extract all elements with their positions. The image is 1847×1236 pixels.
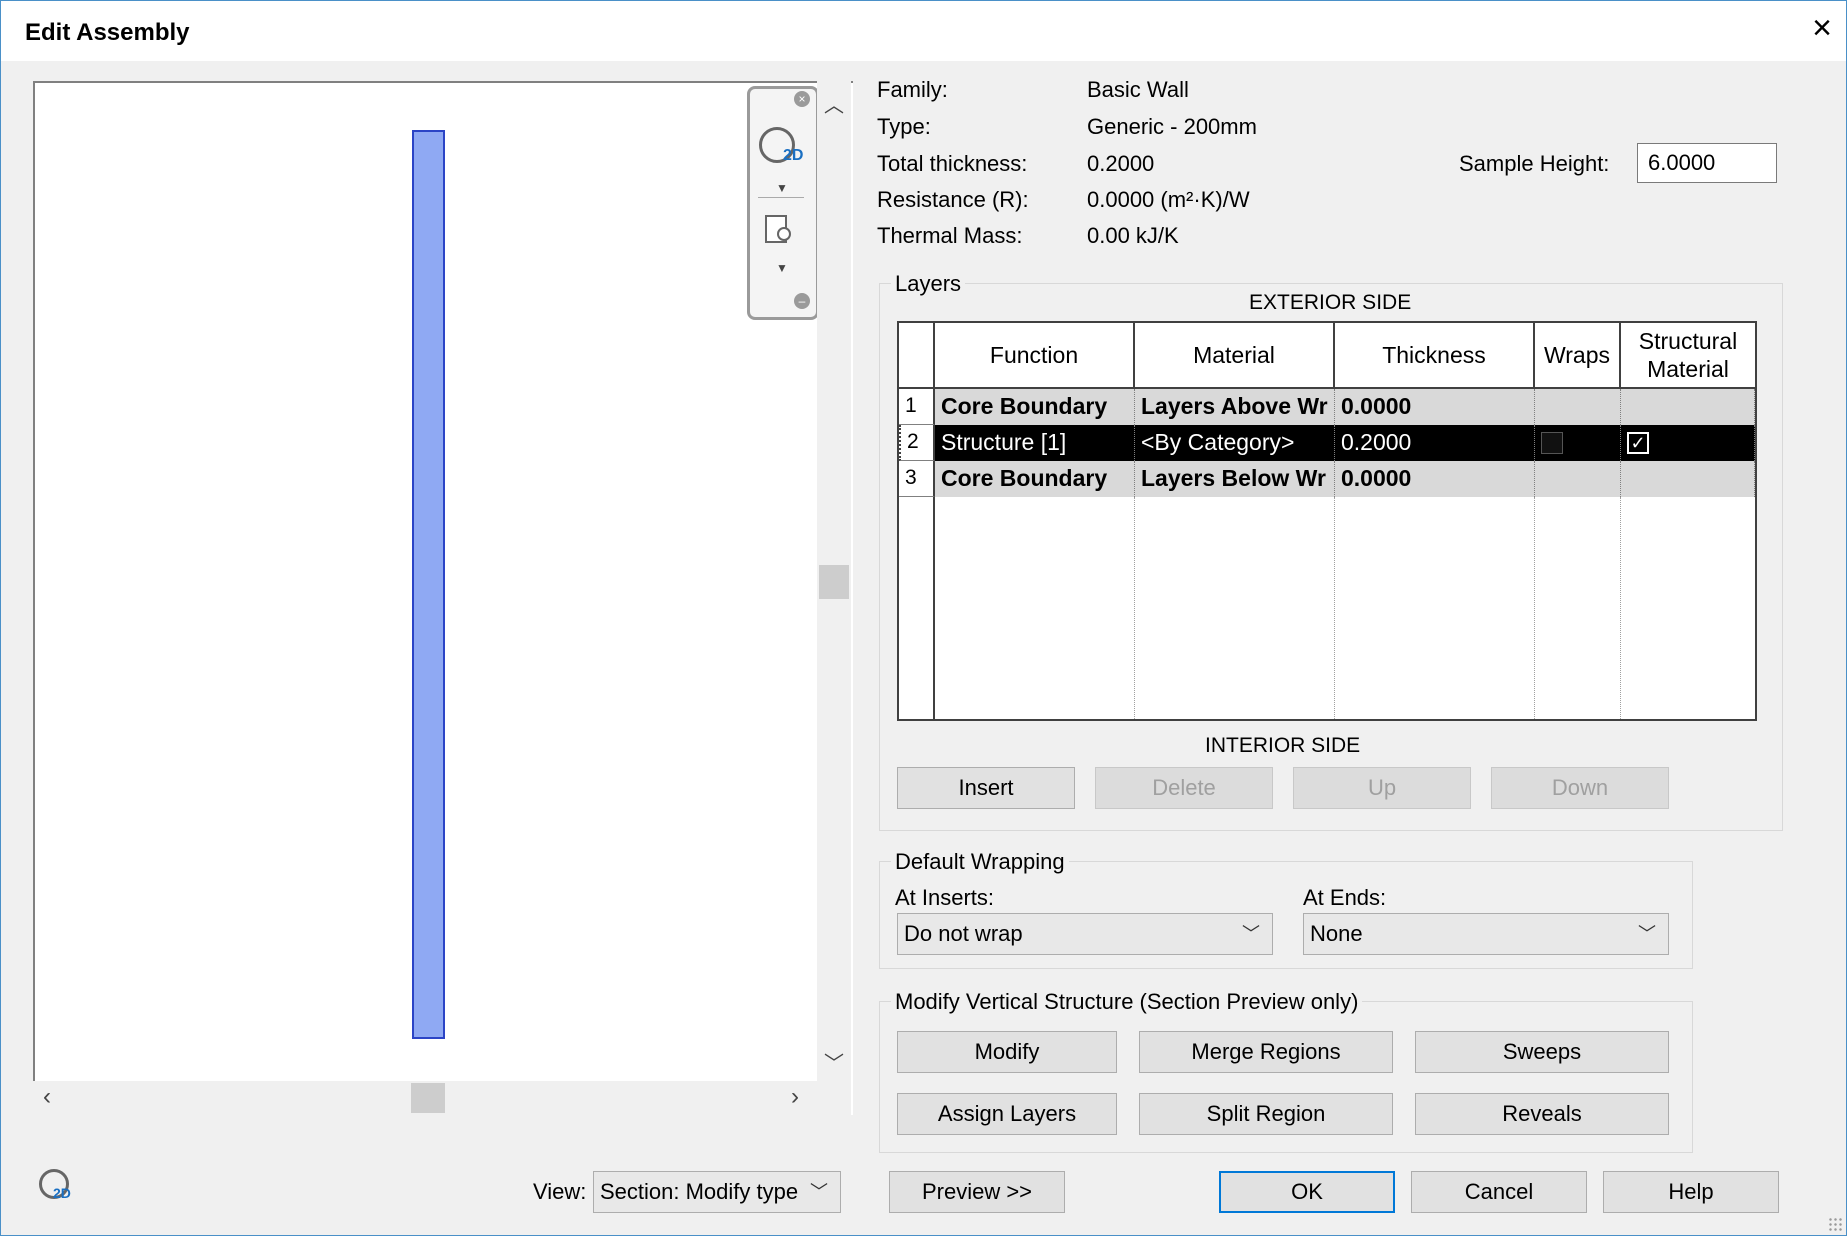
navbar-close-icon[interactable]: × <box>794 91 810 107</box>
total-thickness-value: 0.2000 <box>1087 151 1155 176</box>
wraps-cell[interactable] <box>1535 425 1621 461</box>
layers-table: Function Material Thickness Wraps Struct… <box>897 321 1757 721</box>
structural-material-cell[interactable] <box>1621 389 1755 425</box>
scroll-right-icon[interactable]: › <box>791 1083 799 1111</box>
structural-material-cell[interactable] <box>1621 461 1755 497</box>
up-button[interactable]: Up <box>1293 767 1471 809</box>
scroll-thumb[interactable] <box>411 1083 445 1113</box>
chevron-down-icon[interactable]: ▼ <box>776 261 788 275</box>
resistance-label: Resistance (R): <box>877 187 1029 212</box>
column-header-material[interactable]: Material <box>1135 323 1335 389</box>
function-cell[interactable]: Structure [1] <box>935 425 1135 461</box>
at-inserts-value: Do not wrap <box>904 921 1023 946</box>
corner-header <box>899 323 935 389</box>
row-header-column <box>899 497 935 719</box>
material-cell[interactable]: Layers Above Wr <box>1135 389 1335 425</box>
dialog-title: Edit Assembly <box>25 19 190 46</box>
grid-column-line <box>1135 497 1335 719</box>
grid-column-line <box>1535 497 1621 719</box>
vertical-scrollbar[interactable]: ︿ ﹀ <box>817 81 851 1081</box>
modify-button[interactable]: Modify <box>897 1031 1117 1073</box>
2d-wheel-icon[interactable]: 2D <box>759 127 803 167</box>
row-number[interactable]: 1 <box>899 389 935 425</box>
type-label: Type: <box>877 114 931 139</box>
family-value: Basic Wall <box>1087 77 1189 102</box>
chevron-down-icon: ﹀ <box>1242 924 1260 944</box>
column-header-thickness[interactable]: Thickness <box>1335 323 1535 389</box>
wraps-cell[interactable] <box>1535 461 1621 497</box>
structural-material-cell[interactable]: ✓ <box>1621 425 1755 461</box>
merge-regions-button[interactable]: Merge Regions <box>1139 1031 1393 1073</box>
scroll-thumb[interactable] <box>819 565 849 599</box>
structural-material-checkbox[interactable]: ✓ <box>1627 432 1649 454</box>
zoom-page-icon[interactable] <box>765 215 791 245</box>
layers-group-title: Layers <box>891 271 966 297</box>
family-label: Family: <box>877 77 948 102</box>
material-cell[interactable]: Layers Below Wr <box>1135 461 1335 497</box>
row-number[interactable]: 3 <box>899 461 935 497</box>
modify-vertical-structure-title: Modify Vertical Structure (Section Previ… <box>891 989 1363 1015</box>
at-ends-select[interactable]: None ﹀ <box>1303 913 1669 955</box>
split-region-button[interactable]: Split Region <box>1139 1093 1393 1135</box>
chevron-down-icon[interactable]: ▼ <box>776 181 788 195</box>
wraps-cell[interactable] <box>1535 389 1621 425</box>
material-cell[interactable]: <By Category> <box>1135 425 1335 461</box>
at-ends-value: None <box>1310 921 1363 946</box>
preview-button[interactable]: Preview >> <box>889 1171 1065 1213</box>
sample-height-label: Sample Height: <box>1459 151 1610 176</box>
delete-button[interactable]: Delete <box>1095 767 1273 809</box>
at-ends-label: At Ends: <box>1303 885 1387 910</box>
at-inserts-select[interactable]: Do not wrap ﹀ <box>897 913 1273 955</box>
view-value: Section: Modify type <box>600 1179 799 1204</box>
view-label: View: <box>533 1179 587 1204</box>
sweeps-button[interactable]: Sweeps <box>1415 1031 1669 1073</box>
ok-button[interactable]: OK <box>1219 1171 1395 1213</box>
edit-assembly-dialog: Edit Assembly × × 2D ▼ ▼ – ︿ ﹀ ‹ › Famil… <box>0 0 1847 1236</box>
grid-column-line <box>1335 497 1535 719</box>
default-wrapping-title: Default Wrapping <box>891 849 1069 875</box>
interior-side-label: INTERIOR SIDE <box>1205 734 1361 757</box>
down-button[interactable]: Down <box>1491 767 1669 809</box>
function-cell[interactable]: Core Boundary <box>935 461 1135 497</box>
wraps-checkbox[interactable] <box>1541 432 1563 454</box>
column-header-structural-material[interactable]: Structural Material <box>1621 323 1755 389</box>
horizontal-scrollbar[interactable]: ‹ › <box>33 1081 851 1115</box>
function-cell[interactable]: Core Boundary <box>935 389 1135 425</box>
column-header-wraps[interactable]: Wraps <box>1535 323 1621 389</box>
total-thickness-label: Total thickness: <box>877 151 1028 176</box>
exterior-side-label: EXTERIOR SIDE <box>1249 291 1412 314</box>
title-bar: Edit Assembly × <box>1 1 1846 61</box>
thermal-mass-label: Thermal Mass: <box>877 223 1023 248</box>
at-inserts-label: At Inserts: <box>895 885 995 910</box>
insert-button[interactable]: Insert <box>897 767 1075 809</box>
scroll-up-icon[interactable]: ︿ <box>817 89 851 118</box>
reveals-button[interactable]: Reveals <box>1415 1093 1669 1135</box>
type-value: Generic - 200mm <box>1087 114 1257 139</box>
assign-layers-button[interactable]: Assign Layers <box>897 1093 1117 1135</box>
sample-height-input[interactable] <box>1637 143 1777 183</box>
chevron-down-icon: ﹀ <box>810 1182 828 1202</box>
resistance-value: 0.0000 (m²·K)/W <box>1087 187 1250 212</box>
cancel-button[interactable]: Cancel <box>1411 1171 1587 1213</box>
scroll-left-icon[interactable]: ‹ <box>43 1083 51 1111</box>
thickness-cell[interactable]: 0.0000 <box>1335 389 1535 425</box>
help-button[interactable]: Help <box>1603 1171 1779 1213</box>
2d-wheel-icon[interactable]: 2D <box>37 1167 77 1207</box>
navbar-divider <box>758 197 804 198</box>
scroll-down-icon[interactable]: ﹀ <box>817 1047 851 1076</box>
view-select[interactable]: Section: Modify type ﹀ <box>593 1171 841 1213</box>
navbar-options-icon[interactable]: – <box>794 293 810 309</box>
thickness-cell[interactable]: 0.0000 <box>1335 461 1535 497</box>
thickness-cell[interactable]: 0.2000 <box>1335 425 1535 461</box>
section-preview-pane[interactable]: × 2D ▼ ▼ – <box>33 81 853 1115</box>
resize-grip-icon[interactable] <box>1828 1217 1842 1231</box>
close-icon[interactable]: × <box>1812 11 1832 45</box>
thermal-mass-value: 0.00 kJ/K <box>1087 223 1179 248</box>
row-number[interactable]: 2 <box>899 425 935 461</box>
column-header-function[interactable]: Function <box>935 323 1135 389</box>
chevron-down-icon: ﹀ <box>1638 924 1656 944</box>
wall-section-preview <box>412 130 445 1039</box>
grid-column-line <box>935 497 1135 719</box>
navigation-bar: × 2D ▼ ▼ – <box>747 86 819 320</box>
